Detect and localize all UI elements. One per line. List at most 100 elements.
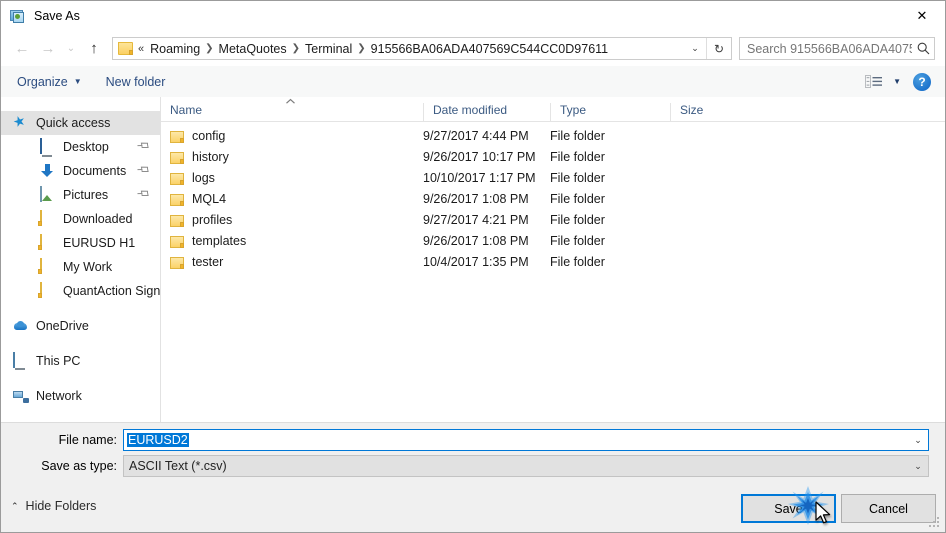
- network-icon: [13, 388, 29, 404]
- column-header-name[interactable]: Name: [161, 98, 423, 121]
- file-list-body: config 9/27/2017 4:44 PM File folder his…: [161, 122, 945, 272]
- file-name-label: logs: [192, 170, 215, 185]
- sidebar-item-label: Downloaded: [63, 212, 133, 226]
- file-name-label: profiles: [192, 212, 233, 227]
- breadcrumb-overflow-icon[interactable]: «: [133, 43, 146, 55]
- column-header-type[interactable]: Type: [550, 103, 670, 121]
- refresh-icon[interactable]: ↻: [706, 38, 731, 59]
- pin-icon[interactable]: [134, 186, 152, 204]
- new-folder-label: New folder: [105, 74, 166, 89]
- breadcrumb: « Roaming ❯ MetaQuotes ❯ Terminal ❯ 9155…: [133, 40, 684, 58]
- chevron-down-icon[interactable]: ⌄: [908, 435, 928, 446]
- date-modified-cell: 9/26/2017 10:17 PM: [423, 149, 536, 164]
- table-row[interactable]: history 9/26/2017 10:17 PM File folder: [161, 146, 945, 167]
- breadcrumb-item-roaming[interactable]: Roaming: [146, 40, 204, 58]
- save-as-type-select[interactable]: ASCII Text (*.csv) ⌄: [123, 455, 929, 477]
- up-button[interactable]: ↑: [81, 36, 107, 62]
- breadcrumb-item-guid[interactable]: 915566BA06ADA407569C544CC0D97611: [367, 40, 612, 58]
- view-dropdown-icon[interactable]: ▼: [893, 77, 901, 86]
- pin-icon[interactable]: [134, 162, 152, 180]
- column-header-label: Date modified: [433, 103, 508, 117]
- table-row[interactable]: MQL4 9/26/2017 1:08 PM File folder: [161, 188, 945, 209]
- hide-folders-label: Hide Folders: [25, 499, 97, 513]
- file-name-value: EURUSD2: [127, 433, 189, 447]
- search-input[interactable]: Search 915566BA06ADA40756...: [740, 42, 912, 56]
- sidebar-item-pictures[interactable]: Pictures: [1, 183, 160, 207]
- resize-grip[interactable]: [929, 517, 941, 529]
- type-cell: File folder: [550, 170, 605, 185]
- cancel-button[interactable]: Cancel: [841, 494, 936, 523]
- table-row[interactable]: profiles 9/27/2017 4:21 PM File folder: [161, 209, 945, 230]
- breadcrumb-separator-icon[interactable]: ❯: [291, 43, 301, 54]
- table-row[interactable]: templates 9/26/2017 1:08 PM File folder: [161, 230, 945, 251]
- navigation-pane: Quick access Desktop Documents Pictures: [1, 97, 161, 422]
- sidebar-item-network[interactable]: Network: [1, 384, 160, 408]
- sidebar-item-quick-access[interactable]: Quick access: [1, 111, 160, 135]
- organize-button[interactable]: Organize ▼: [9, 71, 90, 93]
- breadcrumb-separator-icon[interactable]: ❯: [204, 43, 214, 54]
- table-row[interactable]: logs 10/10/2017 1:17 PM File folder: [161, 167, 945, 188]
- folder-icon: [40, 258, 56, 275]
- breadcrumb-separator-icon[interactable]: ❯: [356, 43, 366, 54]
- folder-icon: [170, 172, 184, 185]
- file-name-cell: tester: [161, 255, 423, 269]
- file-name-cell: config: [161, 129, 423, 143]
- breadcrumb-item-terminal[interactable]: Terminal: [301, 40, 356, 58]
- sidebar-item-onedrive[interactable]: OneDrive: [1, 314, 160, 338]
- type-cell: File folder: [550, 233, 605, 248]
- title-bar: Save As ✕: [1, 1, 945, 31]
- sidebar-item-label: Documents: [63, 164, 127, 178]
- sidebar-item-desktop[interactable]: Desktop: [1, 135, 160, 159]
- type-cell: File folder: [550, 191, 605, 206]
- file-list-pane: Name Date modified Type Size config 9/27…: [161, 97, 945, 422]
- close-icon[interactable]: ✕: [899, 1, 945, 31]
- window-title: Save As: [34, 9, 80, 23]
- folder-icon: [170, 151, 184, 164]
- sidebar-item-my-work[interactable]: My Work: [1, 255, 160, 279]
- search-box[interactable]: Search 915566BA06ADA40756...: [739, 37, 935, 60]
- pin-icon[interactable]: [134, 138, 152, 156]
- forward-button[interactable]: →: [35, 36, 61, 62]
- chevron-down-icon[interactable]: ⌄: [908, 461, 928, 472]
- type-cell: File folder: [550, 212, 605, 227]
- column-header-date-modified[interactable]: Date modified: [423, 103, 550, 121]
- help-icon[interactable]: ?: [913, 72, 931, 91]
- file-name-cell: profiles: [161, 213, 423, 227]
- hide-folders-button[interactable]: ⌃ Hide Folders: [11, 499, 96, 513]
- view-layout-icon[interactable]: [863, 74, 885, 90]
- save-button[interactable]: Save: [741, 494, 836, 523]
- sidebar-item-this-pc[interactable]: This PC: [1, 349, 160, 373]
- documents-icon: [40, 163, 56, 179]
- date-modified-cell: 9/27/2017 4:44 PM: [423, 128, 529, 143]
- column-header-label: Type: [560, 103, 587, 117]
- file-name-input[interactable]: EURUSD2 ⌄: [123, 429, 929, 451]
- sidebar-item-documents[interactable]: Documents: [1, 159, 160, 183]
- sidebar-item-label: OneDrive: [36, 319, 89, 333]
- save-as-type-value: ASCII Text (*.csv): [129, 459, 227, 473]
- sidebar-item-quantaction-signal[interactable]: QuantAction Signal: [1, 279, 160, 303]
- sidebar-item-downloaded[interactable]: Downloaded: [1, 207, 160, 231]
- date-modified-cell: 9/26/2017 1:08 PM: [423, 233, 529, 248]
- sidebar-item-label: Pictures: [63, 188, 109, 202]
- date-modified-cell: 10/10/2017 1:17 PM: [423, 170, 536, 185]
- back-button[interactable]: ←: [9, 36, 35, 62]
- save-as-type-label: Save as type:: [41, 459, 117, 473]
- table-row[interactable]: config 9/27/2017 4:44 PM File folder: [161, 125, 945, 146]
- column-header-size[interactable]: Size: [670, 103, 750, 121]
- table-row[interactable]: tester 10/4/2017 1:35 PM File folder: [161, 251, 945, 272]
- command-toolbar: Organize ▼ New folder ▼ ?: [1, 66, 945, 98]
- address-bar[interactable]: « Roaming ❯ MetaQuotes ❯ Terminal ❯ 9155…: [112, 37, 732, 60]
- sidebar-item-eurusd-h1[interactable]: EURUSD H1: [1, 231, 160, 255]
- search-icon: [912, 42, 934, 55]
- file-name-value-wrap: EURUSD2: [124, 433, 908, 447]
- recent-locations-button[interactable]: ⌄: [61, 36, 81, 62]
- sidebar-item-label: This PC: [36, 354, 81, 368]
- folder-icon: [170, 193, 184, 206]
- new-folder-button[interactable]: New folder: [98, 71, 174, 93]
- breadcrumb-item-metaquotes[interactable]: MetaQuotes: [215, 40, 291, 58]
- column-header-label: Name: [170, 103, 203, 117]
- navigation-bar: ← → ⌄ ↑ « Roaming ❯ MetaQuotes ❯ Termina…: [1, 31, 945, 66]
- date-modified-cell: 9/26/2017 1:08 PM: [423, 191, 529, 206]
- chevron-down-icon[interactable]: ⌄: [684, 38, 706, 59]
